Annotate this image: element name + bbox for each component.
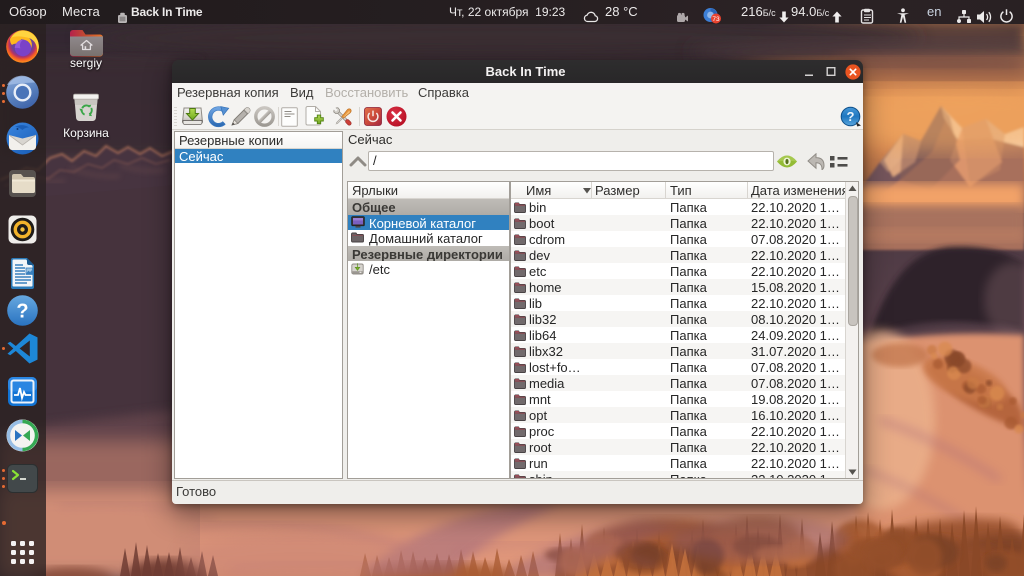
svg-text:?: ? <box>847 109 855 124</box>
svg-text:73: 73 <box>712 16 720 23</box>
svg-text:?: ? <box>16 301 28 323</box>
